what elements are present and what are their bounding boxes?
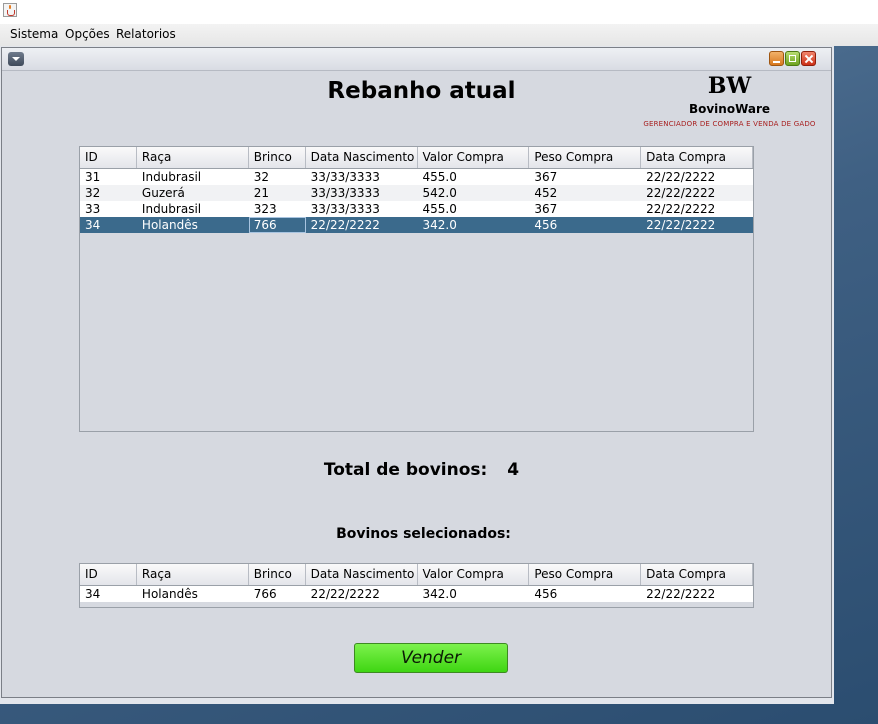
column-header[interactable]: Brinco [249, 147, 306, 168]
table-cell[interactable]: 21 [249, 185, 306, 201]
table-cell[interactable]: 22/22/2222 [641, 169, 753, 185]
table-row[interactable]: 34 Holandês 766 22/22/2222 342.0 456 22/22/222… [80, 217, 753, 233]
logo-name: BovinoWare [688, 102, 771, 116]
table-cell[interactable]: 456 [529, 217, 641, 233]
logo-mark: BW [707, 73, 752, 99]
table-cell[interactable]: 766 [249, 586, 306, 602]
maximize-icon[interactable] [785, 51, 800, 66]
table-cell[interactable]: 367 [529, 201, 641, 217]
table-cell[interactable]: 32 [80, 185, 137, 201]
table-cell[interactable]: 32 [249, 169, 306, 185]
table-cell[interactable]: 455.0 [418, 201, 530, 217]
column-header[interactable]: ID [80, 147, 137, 168]
total-label: Total de bovinos: [323, 460, 488, 480]
column-header[interactable]: Data Compra [641, 147, 753, 168]
close-icon[interactable] [801, 51, 816, 66]
column-header[interactable]: Data Compra [641, 564, 753, 585]
menu-relatorios[interactable]: Relatorios [116, 27, 176, 41]
table-row[interactable]: 32 Guzerá 21 33/33/3333 542.0 452 22/22/2222 [80, 185, 753, 201]
logo-tagline: GERENCIADOR DE COMPRA E VENDA DE GADO [643, 120, 816, 128]
table-cell[interactable]: 22/22/2222 [306, 586, 418, 602]
table-header: ID Raça Brinco Data Nascimento Valor Compra P… [80, 564, 753, 586]
table-row[interactable]: 33 Indubrasil 323 33/33/3333 455.0 367 22/22/2… [80, 201, 753, 217]
menu-sistema[interactable]: Sistema [10, 27, 58, 41]
table-cell[interactable]: 22/22/2222 [641, 586, 753, 602]
table-cell[interactable]: Holandês [137, 586, 249, 602]
table-cell[interactable]: 342.0 [418, 217, 530, 233]
table-cell[interactable]: 33/33/3333 [306, 169, 418, 185]
column-header[interactable]: Data Nascimento [306, 564, 418, 585]
column-header[interactable]: Valor Compra [418, 564, 530, 585]
selected-label: Bovinos selecionados: [336, 526, 511, 542]
column-header[interactable]: Data Nascimento [306, 147, 418, 168]
table-cell[interactable]: 34 [80, 217, 137, 233]
internal-frame-titlebar [2, 48, 831, 71]
total-value: 4 [507, 460, 520, 480]
table-body: 34 Holandês 766 22/22/2222 342.0 456 22/22/222… [80, 586, 753, 602]
table-cell[interactable]: 342.0 [418, 586, 530, 602]
minimize-icon[interactable] [769, 51, 784, 66]
table-cell[interactable]: 452 [529, 185, 641, 201]
menu-opcoes[interactable]: Opções [65, 27, 110, 41]
column-header[interactable]: Raça [137, 564, 249, 585]
table-cell[interactable]: 33/33/3333 [306, 201, 418, 217]
java-icon[interactable] [3, 3, 17, 17]
table-cell[interactable]: Indubrasil [137, 169, 249, 185]
chevron-down-icon[interactable] [8, 52, 24, 66]
table-cell[interactable]: Holandês [137, 217, 249, 233]
table-cell[interactable]: 22/22/2222 [641, 185, 753, 201]
table-row[interactable]: 34 Holandês 766 22/22/2222 342.0 456 22/22/222… [80, 586, 753, 602]
table-cell[interactable]: 323 [249, 201, 306, 217]
vender-button[interactable]: Vender [354, 643, 508, 673]
table-cell[interactable]: 456 [529, 586, 641, 602]
total-bovinos: Total de bovinos: 4 [2, 460, 831, 480]
logo: BW BovinoWare GERENCIADOR DE COMPRA E VE… [642, 74, 817, 128]
table-cell[interactable]: 22/22/2222 [306, 217, 418, 233]
table-cell[interactable]: 367 [529, 169, 641, 185]
column-header[interactable]: ID [80, 564, 137, 585]
column-header[interactable]: Peso Compra [529, 564, 642, 585]
column-header[interactable]: Raça [137, 147, 249, 168]
selected-table[interactable]: ID Raça Brinco Data Nascimento Valor Compra P… [79, 563, 754, 608]
herd-table[interactable]: ID Raça Brinco Data Nascimento Valor Compra P… [79, 146, 754, 432]
table-cell[interactable]: 542.0 [418, 185, 530, 201]
menu-bar: Sistema Opções Relatorios [0, 24, 878, 46]
table-cell[interactable]: 33 [80, 201, 137, 217]
table-cell[interactable]: 22/22/2222 [641, 201, 753, 217]
table-cell[interactable]: Guzerá [137, 185, 249, 201]
column-header[interactable]: Peso Compra [529, 147, 642, 168]
app-titlebar [0, 0, 878, 24]
internal-frame: Rebanho atual BW BovinoWare GERENCIADOR … [1, 47, 832, 698]
table-cell[interactable]: 766 [248, 217, 306, 233]
table-cell[interactable]: 34 [80, 586, 137, 602]
column-header[interactable]: Valor Compra [418, 147, 530, 168]
table-cell[interactable]: 455.0 [418, 169, 530, 185]
table-body: 31 Indubrasil 32 33/33/3333 455.0 367 22/22/22… [80, 169, 753, 233]
table-header: ID Raça Brinco Data Nascimento Valor Compra P… [80, 147, 753, 169]
table-row[interactable]: 31 Indubrasil 32 33/33/3333 455.0 367 22/22/22… [80, 169, 753, 185]
table-cell[interactable]: 22/22/2222 [641, 217, 753, 233]
table-cell[interactable]: 33/33/3333 [306, 185, 418, 201]
table-cell[interactable]: 31 [80, 169, 137, 185]
column-header[interactable]: Brinco [249, 564, 306, 585]
table-cell[interactable]: Indubrasil [137, 201, 249, 217]
